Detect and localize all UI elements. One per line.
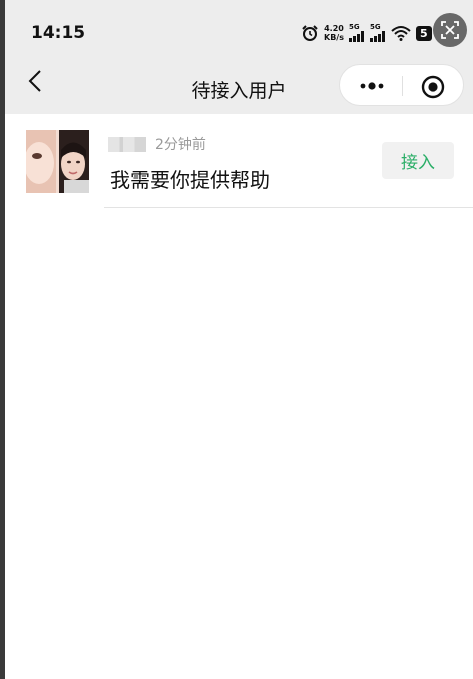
target-circle-icon (421, 75, 445, 99)
screenshot-icon (441, 21, 459, 39)
close-mini-program-button[interactable] (420, 74, 446, 100)
screenshot-button[interactable] (433, 13, 467, 47)
navigation-bar: 待接入用户 (5, 60, 473, 114)
net-speed-value: 4.20 (324, 24, 344, 33)
user-message: 我需要你提供帮助 (110, 168, 270, 192)
signal-label: 5G (348, 23, 360, 31)
status-time: 14:15 (31, 23, 86, 43)
pending-user-item[interactable]: 2分钟前 我需要你提供帮助 接入 (5, 114, 473, 208)
user-meta: 2分钟前 (108, 134, 206, 154)
accept-button[interactable]: 接入 (382, 142, 454, 179)
user-name-redacted (108, 136, 146, 152)
status-bar: 14:15 4.20 KB/s 5G 5G 5 (5, 0, 473, 60)
user-avatar (26, 130, 89, 193)
net-speed: 4.20 KB/s (324, 24, 344, 42)
more-dots-icon (360, 82, 384, 90)
signal-label: 5G (369, 23, 381, 31)
signal-icon: 5G (348, 23, 365, 42)
signal-icon: 5G (369, 23, 386, 42)
alarm-icon (302, 25, 318, 41)
more-button[interactable] (354, 77, 390, 95)
wifi-icon (391, 26, 411, 41)
mini-program-capsule (339, 64, 464, 106)
message-time: 2分钟前 (155, 137, 206, 153)
net-speed-unit: KB/s (324, 33, 344, 42)
item-divider (104, 207, 473, 208)
battery-icon: 5 (415, 25, 432, 41)
capsule-divider (402, 76, 403, 96)
status-icons: 4.20 KB/s 5G 5G 5 (301, 22, 437, 44)
